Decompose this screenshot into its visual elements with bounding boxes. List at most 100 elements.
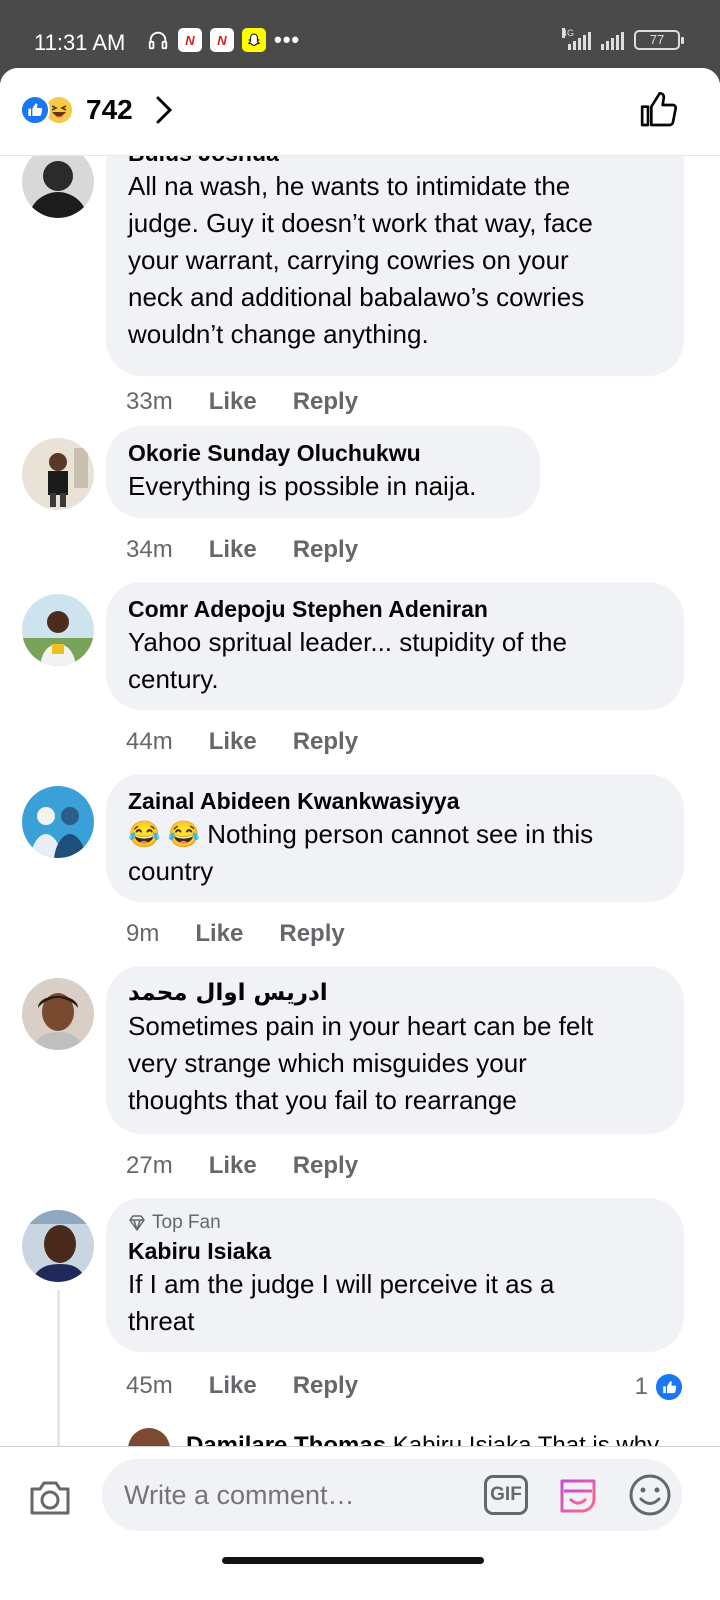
- comment-text: thoughts that you fail to rearrange: [128, 1085, 517, 1115]
- comment-text: your warrant, carrying cowries on your: [128, 245, 569, 275]
- battery-icon: 77: [634, 30, 684, 50]
- network-type: 4G: [562, 28, 575, 38]
- reply-button[interactable]: Reply: [293, 388, 358, 416]
- comment-author[interactable]: Zainal Abideen Kwankwasiyya: [128, 786, 662, 816]
- camera-button[interactable]: [28, 1477, 72, 1522]
- comment-text: Yahoo spritual leader... stupidity of th…: [128, 627, 567, 657]
- comment-actions: 33m Like Reply: [126, 388, 358, 416]
- comment-bubble[interactable]: Bulus Joshua All na wash, he wants to in…: [106, 156, 684, 376]
- comment-time: 27m: [126, 1152, 173, 1179]
- reply-preview-text: Damilare Thomas Kabiru Isiaka That is wh…: [186, 1432, 659, 1446]
- emoji-button[interactable]: [628, 1473, 672, 1522]
- comment-author[interactable]: Bulus Joshua: [128, 156, 662, 168]
- comment-author[interactable]: Kabiru Isiaka: [128, 1236, 662, 1266]
- reply-preview[interactable]: Damilare Thomas Kabiru Isiaka That is wh…: [0, 1428, 720, 1446]
- comment: Bulus Joshua All na wash, he wants to in…: [0, 156, 720, 416]
- comment-time: 34m: [126, 536, 173, 563]
- comment-bubble[interactable]: Comr Adepoju Stephen Adeniran Yahoo spri…: [106, 582, 684, 710]
- headphones-icon: [146, 28, 170, 52]
- reaction-summary[interactable]: [20, 95, 74, 125]
- reaction-count[interactable]: 742: [86, 94, 133, 126]
- reply-button[interactable]: Reply: [293, 728, 358, 756]
- comment-text: country: [128, 856, 214, 886]
- comment-actions: 27m Like Reply: [126, 1152, 358, 1180]
- like-button[interactable]: Like: [209, 728, 257, 756]
- comment-text: judge. Guy it doesn’t work that way, fac…: [128, 208, 593, 238]
- sticker-button[interactable]: [556, 1473, 600, 1522]
- reaction-number: 1: [634, 1373, 648, 1400]
- comment-author[interactable]: Okorie Sunday Oluchukwu: [128, 438, 518, 468]
- comment-list[interactable]: Bulus Joshua All na wash, he wants to in…: [0, 156, 720, 1446]
- status-bar: 11:31 AM N N ••• 4G 77: [0, 0, 720, 70]
- comment-text: 😂 😂 Nothing person cannot see in this: [128, 819, 594, 849]
- avatar[interactable]: [22, 1210, 94, 1282]
- top-fan-badge: Top Fan: [128, 1210, 662, 1236]
- reply-author[interactable]: Damilare Thomas: [186, 1432, 386, 1446]
- reply-button[interactable]: Reply: [293, 1152, 358, 1180]
- battery-level: 77: [649, 32, 665, 47]
- thread-line: [57, 1290, 60, 1446]
- chevron-right-icon[interactable]: [154, 94, 174, 131]
- comment-composer: GIF: [0, 1446, 720, 1600]
- like-post-button[interactable]: [638, 90, 678, 135]
- comment-actions: 9m Like Reply: [126, 920, 345, 948]
- comment-text: All na wash, he wants to intimidate the: [128, 171, 571, 201]
- reply-button[interactable]: Reply: [293, 536, 358, 564]
- like-reaction-icon: [654, 1372, 684, 1402]
- comment-actions: 45m Like Reply: [126, 1372, 358, 1400]
- comment-author[interactable]: Comr Adepoju Stephen Adeniran: [128, 594, 662, 624]
- avatar[interactable]: [22, 594, 94, 666]
- home-indicator[interactable]: [222, 1557, 484, 1564]
- comment-bubble[interactable]: Okorie Sunday Oluchukwu Everything is po…: [106, 426, 540, 518]
- avatar[interactable]: [22, 438, 94, 510]
- like-button[interactable]: Like: [209, 388, 257, 416]
- news-app-icon: N: [210, 28, 234, 52]
- comment: ادريس اوال محمد Sometimes pain in your h…: [0, 966, 720, 1198]
- avatar[interactable]: [22, 978, 94, 1050]
- comment-text: neck and additional babalawo’s cowries: [128, 282, 585, 312]
- comment: Top Fan Kabiru Isiaka If I am the judge …: [0, 1198, 720, 1446]
- avatar[interactable]: [128, 1428, 170, 1446]
- comment-actions: 44m Like Reply: [126, 728, 358, 756]
- avatar[interactable]: [22, 786, 94, 858]
- like-button[interactable]: Like: [209, 536, 257, 564]
- comments-sheet: 742 Bulus Joshua All na wash, he wants t…: [0, 68, 720, 1600]
- comment-bubble[interactable]: Top Fan Kabiru Isiaka If I am the judge …: [106, 1198, 684, 1352]
- news-app-icon: N: [178, 28, 202, 52]
- comment-bubble[interactable]: Zainal Abideen Kwankwasiyya 😂 😂 Nothing …: [106, 774, 684, 902]
- comment-text: Everything is possible in naija.: [128, 471, 477, 501]
- system-indicators: 4G 77: [562, 28, 684, 50]
- comment-text: wouldn’t change anything.: [128, 319, 429, 349]
- notification-icons: N N •••: [146, 27, 301, 52]
- status-time: 11:31 AM: [34, 30, 126, 55]
- like-button[interactable]: Like: [209, 1372, 257, 1400]
- comment: Comr Adepoju Stephen Adeniran Yahoo spri…: [0, 582, 720, 774]
- comment-time: 44m: [126, 728, 173, 755]
- comment-bubble[interactable]: ادريس اوال محمد Sometimes pain in your h…: [106, 966, 684, 1134]
- diamond-icon: [129, 1215, 145, 1231]
- gif-button[interactable]: GIF: [484, 1475, 528, 1515]
- more-notifications-icon: •••: [274, 27, 301, 52]
- like-button[interactable]: Like: [195, 920, 243, 948]
- comment-time: 9m: [126, 920, 160, 947]
- reply-button[interactable]: Reply: [293, 1372, 358, 1400]
- comment-text: threat: [128, 1306, 195, 1336]
- comment: Okorie Sunday Oluchukwu Everything is po…: [0, 426, 720, 588]
- like-button[interactable]: Like: [209, 1152, 257, 1180]
- comment-time: 45m: [126, 1372, 173, 1399]
- avatar[interactable]: [22, 156, 94, 218]
- comment-text: century.: [128, 664, 219, 694]
- comment-time: 33m: [126, 388, 173, 415]
- comment-text: very strange which misguides your: [128, 1048, 527, 1078]
- comment-text: If I am the judge I will perceive it as …: [128, 1269, 555, 1299]
- comment-author[interactable]: ادريس اوال محمد: [128, 978, 662, 1008]
- snapchat-icon: [242, 28, 266, 52]
- comment: Zainal Abideen Kwankwasiyya 😂 😂 Nothing …: [0, 774, 720, 966]
- signal-icon: [601, 30, 624, 50]
- like-reaction-icon: [20, 95, 50, 125]
- signal-icon: 4G: [562, 28, 591, 50]
- reactions-header: 742: [0, 68, 720, 156]
- comment-reaction-count[interactable]: 1: [635, 1372, 684, 1402]
- reply-button[interactable]: Reply: [279, 920, 344, 948]
- reply-text: Kabiru Isiaka That is why: [392, 1432, 660, 1446]
